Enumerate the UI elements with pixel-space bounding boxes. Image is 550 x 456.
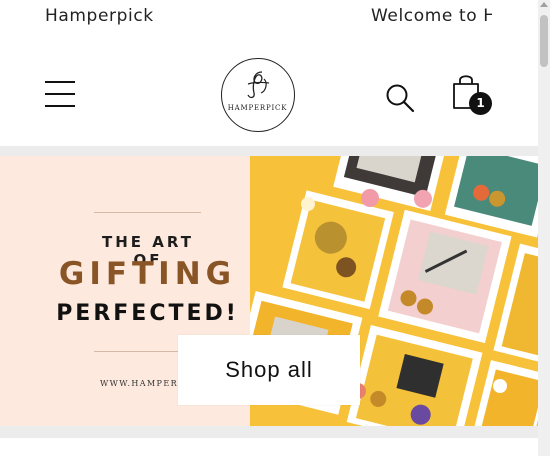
- search-icon[interactable]: [384, 82, 416, 114]
- scroll-up-arrow-icon[interactable]: [540, 2, 548, 7]
- cart-button[interactable]: 1: [451, 72, 492, 116]
- hero-banner[interactable]: THE ART OF GIFTING PERFECTED! WWW.HAMPER…: [0, 156, 538, 426]
- hero-tagline-line3: PERFECTED!: [56, 301, 239, 326]
- announcement-bar: Hamperpick Welcome to H: [0, 0, 538, 38]
- scrollbar-thumb[interactable]: [540, 15, 548, 67]
- vertical-scrollbar[interactable]: [538, 0, 550, 456]
- announcement-clip: [492, 0, 538, 38]
- page-continuation: [0, 438, 538, 456]
- shop-all-button[interactable]: Shop all: [178, 335, 360, 405]
- hero-tagline-line2: GIFTING: [58, 256, 237, 292]
- decorative-rule: [94, 212, 201, 213]
- logo-monogram-icon: [247, 71, 270, 99]
- announcement-text-left: Hamperpick: [45, 6, 154, 26]
- announcement-text-right: Welcome to H: [371, 6, 497, 26]
- site-header: HAMPERPICK 1: [0, 38, 538, 146]
- brand-logo[interactable]: HAMPERPICK: [221, 58, 295, 132]
- menu-icon[interactable]: [45, 81, 75, 108]
- cart-count-badge: 1: [469, 92, 492, 115]
- section-divider: [0, 146, 538, 156]
- logo-wordmark: HAMPERPICK: [227, 104, 288, 112]
